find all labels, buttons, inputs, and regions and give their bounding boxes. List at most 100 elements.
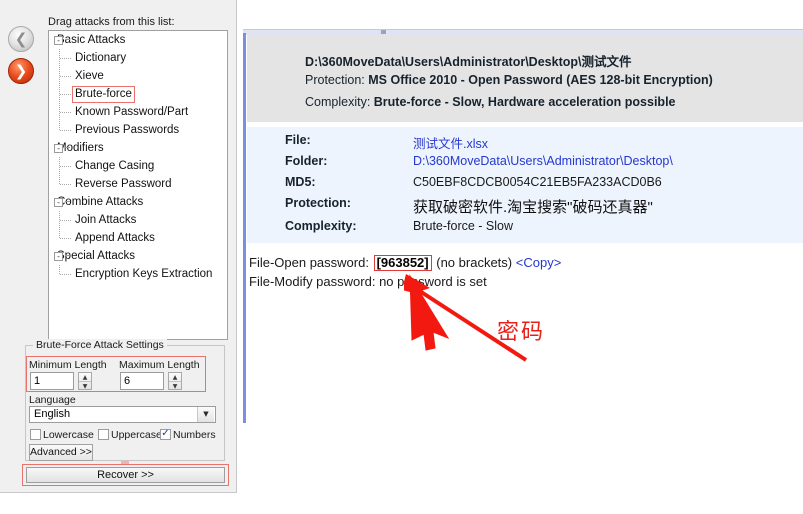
tree-connector-line (60, 238, 71, 239)
checkbox-uppercase-box[interactable] (98, 429, 109, 440)
tree-item-xieve[interactable]: Xieve (49, 67, 227, 85)
results-panel: D:\360MoveData\Users\Administrator\Deskt… (243, 29, 803, 423)
tree-item-label: Encryption Keys Extraction (75, 268, 213, 280)
tree-item-basic-attacks[interactable]: - Basic Attacks (49, 31, 227, 49)
checkbox-lowercase-box[interactable] (30, 429, 41, 440)
protection-value: MS Office 2010 - Open Password (AES 128-… (368, 73, 713, 87)
tree-expander-icon[interactable]: - (54, 198, 63, 207)
file-open-password-line: File-Open password: [963852] (no bracket… (249, 255, 561, 271)
tree-connector-line (59, 175, 60, 184)
tree-item-label: Combine Attacks (57, 196, 144, 208)
tree-item-label: Join Attacks (75, 214, 137, 226)
checkbox-lowercase[interactable]: Lowercase (30, 429, 94, 441)
tree-item-join-attacks[interactable]: Join Attacks (49, 211, 227, 229)
tree-item-label: Brute-force (72, 86, 135, 103)
tree-item-combine-attacks[interactable]: - Combine Attacks (49, 193, 227, 211)
info-value: C50EBF8CDCB0054C21EB5FA233ACD0B6 (413, 175, 662, 189)
settings-group-title: Brute-Force Attack Settings (33, 339, 167, 351)
tree-item-reverse-password[interactable]: Reverse Password (49, 175, 227, 193)
document-header: D:\360MoveData\Users\Administrator\Deskt… (247, 35, 803, 122)
protection-label: Protection: (305, 73, 365, 87)
annotation-text: 密码 (497, 320, 546, 345)
tree-connector-line (60, 166, 71, 167)
forward-navigation-button[interactable]: ❯ (8, 58, 34, 84)
maximum-length-spin-buttons[interactable]: ▲ ▼ (168, 372, 182, 390)
maximum-length-label: Maximum Length (119, 359, 200, 371)
minimum-length-input[interactable]: 1 (30, 372, 74, 390)
tree-item-change-casing[interactable]: Change Casing (49, 157, 227, 175)
file-modify-password-value: no password is set (379, 274, 487, 289)
checkbox-uppercase[interactable]: Uppercase (98, 429, 162, 441)
tree-item-append-attacks[interactable]: Append Attacks (49, 229, 227, 247)
circle-right-arrow-icon: ❯ (14, 61, 28, 80)
tree-item-previous-passwords[interactable]: Previous Passwords (49, 121, 227, 139)
tree-item-modifiers[interactable]: - Modifiers (49, 139, 227, 157)
checkbox-numbers-label: Numbers (173, 429, 216, 441)
chevron-down-icon[interactable]: ▼ (79, 382, 91, 390)
panel-grip-dot-icon (381, 30, 386, 34)
tree-connector-line (60, 274, 71, 275)
tree-item-label: Xieve (75, 70, 104, 82)
checkbox-numbers-box[interactable] (160, 428, 171, 440)
language-selected-value: English (34, 408, 71, 420)
copy-password-link[interactable]: <Copy> (516, 255, 562, 270)
tree-item-known-password-part[interactable]: Known Password/Part (49, 103, 227, 121)
tree-item-label: Known Password/Part (75, 106, 189, 118)
info-value[interactable]: D:\360MoveData\Users\Administrator\Deskt… (413, 154, 673, 168)
recovered-password-value: [963852] (373, 255, 432, 271)
chevron-down-icon[interactable]: ▼ (169, 382, 181, 390)
tree-connector-line (65, 147, 70, 148)
file-info-box: File: 测试文件.xlsx Folder: D:\360MoveData\User… (247, 127, 803, 243)
document-protection-line: Protection: MS Office 2010 - Open Passwo… (305, 73, 713, 87)
info-key: Folder: (285, 154, 328, 168)
document-path: D:\360MoveData\Users\Administrator\Deskt… (305, 55, 632, 69)
document-complexity-line: Complexity: Brute-force - Slow, Hardware… (305, 95, 676, 109)
tree-connector-line (60, 76, 71, 77)
checkbox-uppercase-label: Uppercase (111, 429, 162, 441)
tree-connector-line (59, 121, 60, 130)
info-key: Protection: (285, 196, 351, 210)
back-navigation-button[interactable]: ❮ (8, 26, 34, 52)
panel-accent-bar (243, 33, 246, 423)
minimum-length-spin-buttons[interactable]: ▲ ▼ (78, 372, 92, 390)
file-modify-password-label: File-Modify password: (249, 274, 376, 289)
maximum-length-input[interactable]: 6 (120, 372, 164, 390)
tree-item-dictionary[interactable]: Dictionary (49, 49, 227, 67)
tree-connector-line (59, 229, 60, 238)
tree-item-label: Reverse Password (75, 178, 172, 190)
language-label: Language (29, 394, 76, 406)
complexity-label: Complexity: (305, 95, 371, 109)
tree-expander-icon[interactable]: - (54, 36, 63, 45)
chevron-up-icon[interactable]: ▲ (169, 373, 181, 382)
tree-item-special-attacks[interactable]: - Special Attacks (49, 247, 227, 265)
file-modify-password-line: File-Modify password: no password is set (249, 274, 487, 289)
tree-item-label: Dictionary (75, 52, 127, 64)
tree-item-label: Basic Attacks (57, 34, 126, 46)
language-select[interactable]: English ▼ (29, 406, 216, 423)
tree-connector-line (59, 265, 60, 274)
tree-item-label: Append Attacks (75, 232, 155, 244)
chevron-down-icon[interactable]: ▼ (197, 407, 214, 422)
checkbox-numbers[interactable]: Numbers (160, 428, 216, 441)
drag-attacks-hint: Drag attacks from this list: (48, 16, 175, 28)
attacks-tree[interactable]: - Basic Attacks Dictionary Xieve Brute-force… (48, 30, 228, 340)
info-key: Complexity: (285, 219, 357, 233)
minimum-length-label: Minimum Length (29, 359, 107, 371)
info-key: File: (285, 133, 311, 147)
tree-connector-line (60, 130, 71, 131)
tree-item-label: Modifiers (57, 142, 104, 154)
tree-connector-line (60, 184, 71, 185)
advanced-button[interactable]: Advanced >> (29, 444, 93, 461)
info-key: MD5: (285, 175, 316, 189)
tree-item-brute-force[interactable]: Brute-force (49, 85, 227, 103)
file-open-password-label: File-Open password: (249, 255, 369, 270)
tree-connector-line (60, 58, 71, 59)
tree-expander-icon[interactable]: - (54, 252, 63, 261)
chevron-up-icon[interactable]: ▲ (79, 373, 91, 382)
tree-item-encryption-keys-extraction[interactable]: Encryption Keys Extraction (49, 265, 227, 283)
recover-button[interactable]: Recover >> (26, 467, 225, 483)
info-value[interactable]: 测试文件.xlsx (413, 133, 488, 152)
tree-expander-icon[interactable]: - (54, 144, 63, 153)
info-value: 获取破密软件.淘宝搜索"破码还真器" (413, 199, 653, 216)
tree-item-label: Special Attacks (57, 250, 135, 262)
